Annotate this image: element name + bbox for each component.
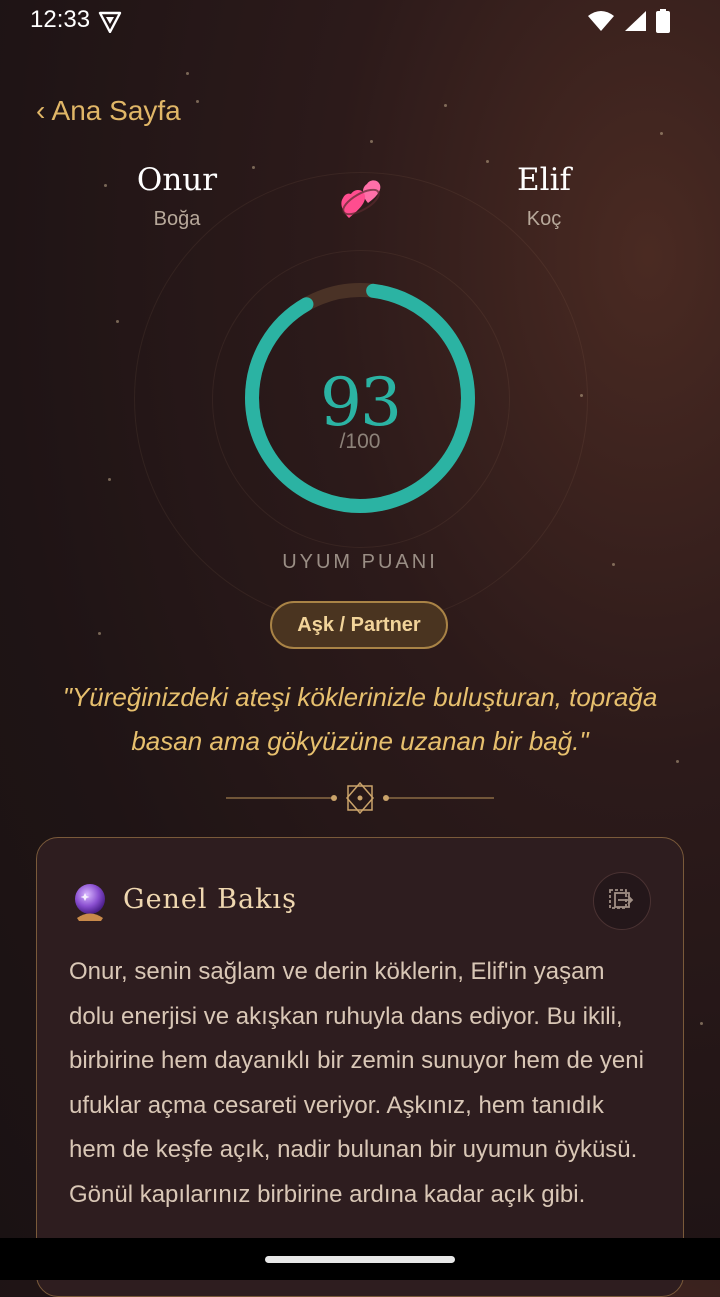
star-decoration xyxy=(196,100,199,103)
star-decoration xyxy=(660,132,663,135)
star-decoration xyxy=(108,478,111,481)
wifi-icon xyxy=(588,10,614,36)
compatibility-quote: "Yüreğinizdeki ateşi köklerinizle buluşt… xyxy=(62,682,658,756)
back-button[interactable]: ‹ Ana Sayfa xyxy=(36,95,181,127)
overview-card: Genel Bakış Onur, senin sağlam ve derin … xyxy=(36,837,684,1297)
ornament-divider xyxy=(226,782,494,814)
signal-icon xyxy=(624,10,646,36)
share-icon xyxy=(609,887,635,915)
home-gesture-handle[interactable] xyxy=(265,1256,455,1263)
person-right-name: Elif xyxy=(517,162,571,198)
crystal-ball-icon xyxy=(71,882,109,926)
status-time: 12:33 xyxy=(30,6,91,33)
score-label: UYUM PUANI xyxy=(282,551,438,573)
person-left-name: Onur xyxy=(136,162,218,198)
relation-type-chip[interactable]: Aşk / Partner xyxy=(270,601,448,649)
score-max: /100 xyxy=(339,430,381,453)
overview-title: Genel Bakış xyxy=(123,884,297,915)
battery-icon xyxy=(656,9,670,37)
star-decoration xyxy=(186,72,189,75)
status-bar: 12:33 xyxy=(0,0,720,48)
vpn-icon xyxy=(98,11,122,37)
star-decoration xyxy=(98,632,101,635)
star-decoration xyxy=(116,320,119,323)
star-decoration xyxy=(444,104,447,107)
star-decoration xyxy=(700,1022,703,1025)
overview-text: Onur, senin sağlam ve derin köklerin, El… xyxy=(69,958,644,1208)
star-decoration xyxy=(370,140,373,143)
share-button[interactable] xyxy=(593,872,651,930)
